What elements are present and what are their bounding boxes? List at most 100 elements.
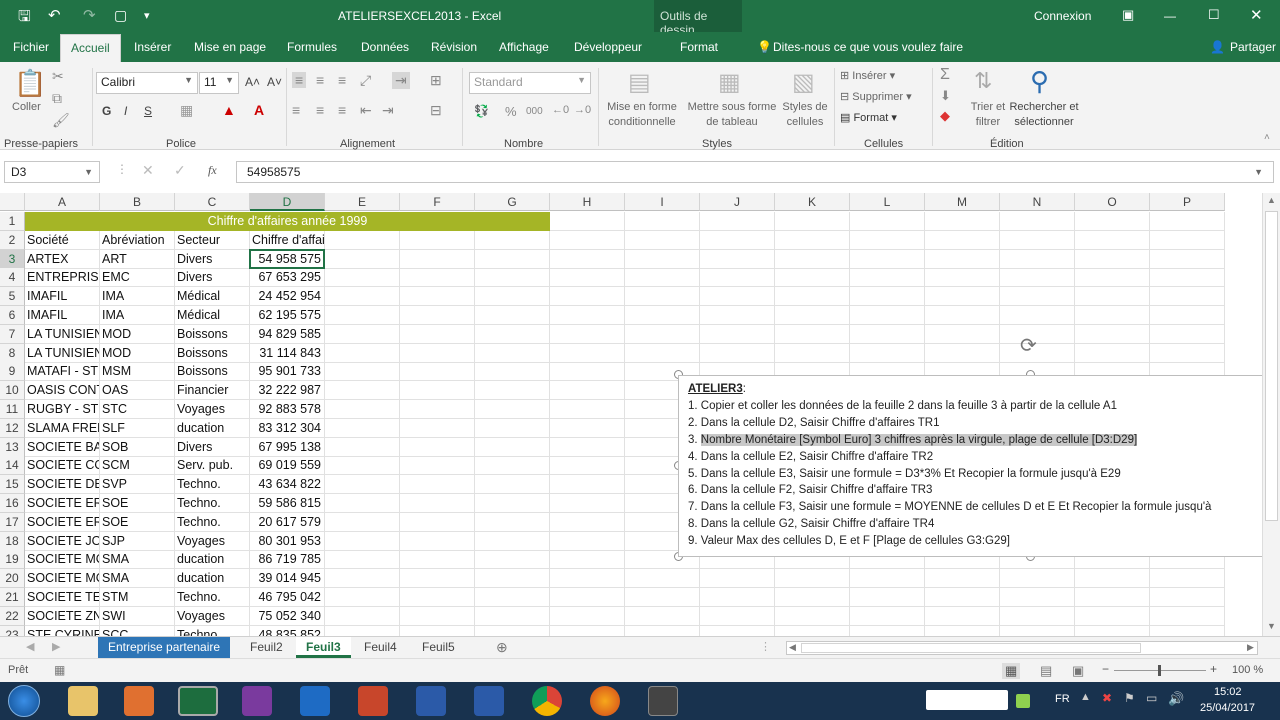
cell[interactable] [400, 494, 475, 513]
scroll-right-icon[interactable]: ▶ [1247, 642, 1254, 653]
cell[interactable] [625, 249, 700, 269]
sector-cell[interactable]: Techno. [175, 512, 250, 532]
cell[interactable] [1075, 588, 1150, 607]
cell[interactable] [925, 249, 1000, 269]
borders-icon[interactable]: ▦ [180, 102, 193, 119]
cell[interactable] [925, 588, 1000, 607]
revenue-cell[interactable]: 95 901 733 [250, 362, 325, 382]
add-sheet-icon[interactable]: ⊕ [496, 639, 508, 656]
row-header[interactable]: 9 [0, 362, 25, 382]
cell[interactable] [550, 550, 625, 570]
customize-qat-icon[interactable]: ▾ [144, 9, 150, 22]
cell[interactable] [325, 494, 400, 513]
column-header[interactable]: L [850, 193, 925, 211]
cell[interactable] [700, 625, 775, 636]
copy-icon[interactable]: ⧉ [52, 90, 62, 107]
cell[interactable] [325, 550, 400, 570]
tray-expand-icon[interactable]: ▲ [1080, 691, 1091, 703]
tab-fichier[interactable]: Fichier [13, 40, 49, 54]
tab-mise-en-page[interactable]: Mise en page [194, 40, 266, 54]
cell[interactable] [850, 569, 925, 589]
revenue-cell[interactable]: 86 719 785 [250, 550, 325, 570]
cell[interactable] [775, 287, 850, 307]
revenue-cell[interactable]: 46 795 042 [250, 588, 325, 607]
format-cells-button[interactable]: ▤ Format ▾ [840, 111, 897, 126]
tray-app-icon[interactable] [1016, 694, 1030, 708]
clock-date[interactable]: 25/04/2017 [1200, 702, 1255, 714]
cell[interactable] [550, 606, 625, 626]
align-bottom-icon[interactable]: ≡ [338, 72, 346, 88]
cell[interactable] [775, 212, 850, 231]
redo-icon[interactable]: ↷ [83, 6, 96, 24]
cell[interactable] [400, 324, 475, 344]
cell[interactable] [1000, 569, 1075, 589]
wrap-text-icon[interactable]: ⇥ [392, 72, 410, 89]
network-icon[interactable]: ✖ [1102, 691, 1112, 705]
sheet-tab-feuil4[interactable]: Feuil4 [354, 637, 407, 658]
cell[interactable] [475, 287, 550, 307]
cell[interactable] [550, 230, 625, 250]
cell[interactable] [775, 343, 850, 363]
row-header[interactable]: 17 [0, 512, 25, 532]
zoom-level[interactable]: 100 % [1232, 664, 1263, 676]
cell[interactable] [850, 324, 925, 344]
row-header[interactable]: 8 [0, 343, 25, 363]
cell[interactable] [400, 606, 475, 626]
cell[interactable] [1150, 287, 1225, 307]
sector-cell[interactable]: Financier [175, 381, 250, 401]
column-header[interactable]: O [1075, 193, 1150, 211]
cell[interactable] [1000, 625, 1075, 636]
revenue-cell[interactable]: 67 653 295 [250, 268, 325, 288]
revenue-cell[interactable]: 48 835 852 [250, 625, 325, 636]
cell[interactable] [400, 625, 475, 636]
excel-icon[interactable] [178, 686, 218, 716]
conditional-format-icon[interactable]: ▤ [628, 68, 651, 97]
next-sheet-icon[interactable]: ▶ [52, 640, 60, 653]
revenue-cell[interactable]: 20 617 579 [250, 512, 325, 532]
firefox-icon[interactable] [590, 686, 620, 716]
sector-cell[interactable]: Divers [175, 268, 250, 288]
column-header[interactable]: C [175, 193, 250, 211]
column-header[interactable]: F [400, 193, 475, 211]
cell[interactable] [850, 343, 925, 363]
cell[interactable] [400, 475, 475, 495]
cell[interactable] [925, 287, 1000, 307]
row-header[interactable]: 10 [0, 381, 25, 401]
company-cell[interactable]: SOCIETE ZNA [25, 606, 100, 626]
row-header[interactable]: 7 [0, 324, 25, 344]
cell[interactable] [325, 343, 400, 363]
row-header[interactable]: 19 [0, 550, 25, 570]
cell-styles-button-line1[interactable]: Styles de [780, 100, 830, 115]
format-table-button-line1[interactable]: Mettre sous forme [684, 100, 780, 115]
revenue-cell[interactable]: 92 883 578 [250, 400, 325, 419]
cell[interactable] [550, 569, 625, 589]
cell[interactable] [625, 268, 700, 288]
cell[interactable] [700, 606, 775, 626]
cell[interactable] [1075, 324, 1150, 344]
column-header[interactable]: H [550, 193, 625, 211]
cell[interactable] [1075, 212, 1150, 231]
sort-filter-icon[interactable]: ⇅ [974, 68, 992, 94]
ribbon-display-icon[interactable]: ▣ [1122, 7, 1134, 23]
cell[interactable] [400, 456, 475, 476]
revenue-cell[interactable]: 69 019 559 [250, 456, 325, 476]
orientation-icon[interactable]: ⤢ [360, 72, 371, 89]
font-name-select[interactable]: Calibri ▼ [96, 72, 198, 94]
cell[interactable] [325, 324, 400, 344]
cell[interactable] [775, 268, 850, 288]
cell[interactable] [850, 625, 925, 636]
company-cell[interactable]: SOCIETE MO [25, 569, 100, 589]
abbr-cell[interactable]: IMA [100, 306, 175, 325]
abbr-cell[interactable]: ART [100, 249, 175, 269]
grow-font-icon[interactable]: A˄ [245, 75, 260, 89]
merge-center-icon[interactable]: ⊟ [430, 102, 442, 119]
explorer-icon[interactable] [68, 686, 98, 716]
sector-cell[interactable]: Voyages [175, 606, 250, 626]
cell[interactable] [550, 212, 625, 231]
clock-time[interactable]: 15:02 [1214, 686, 1242, 698]
undo-icon[interactable]: ↶ [48, 6, 61, 24]
cell[interactable] [1075, 287, 1150, 307]
row-header[interactable]: 21 [0, 588, 25, 607]
increase-decimal-icon[interactable]: ←0 [552, 104, 569, 116]
cell[interactable] [475, 588, 550, 607]
